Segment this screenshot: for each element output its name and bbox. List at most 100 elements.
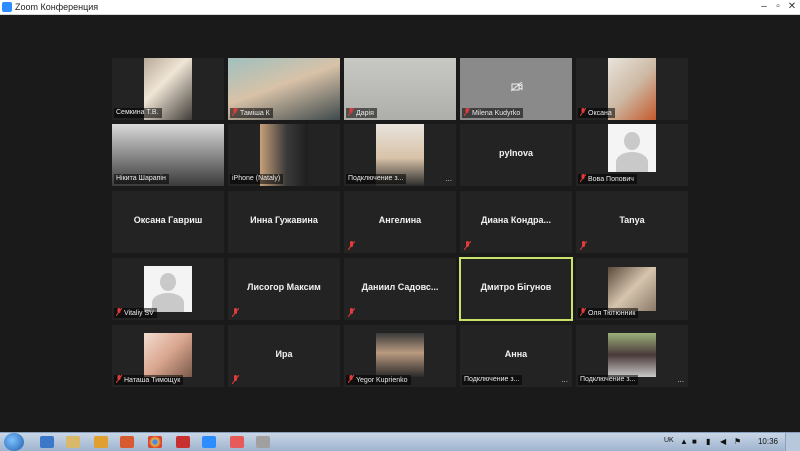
language-indicator[interactable]: UK <box>664 437 674 444</box>
participant-tile[interactable]: Оксана <box>576 58 688 120</box>
participant-name: pyInova <box>498 148 533 158</box>
muted-mic-icon <box>232 375 239 384</box>
muted-mic-icon <box>232 108 238 116</box>
participant-tile[interactable]: Нікита Шарапін <box>112 124 224 186</box>
participant-tile[interactable]: Vitaliy SV <box>112 258 224 320</box>
participant-tile[interactable]: Дарія <box>344 58 456 120</box>
start-button-icon[interactable] <box>4 433 24 451</box>
zoom-taskbar-icon[interactable] <box>202 436 216 448</box>
taskbar-clock[interactable]: 10:36 <box>758 437 778 446</box>
participant-tile[interactable]: Подключение з... ... <box>344 124 456 186</box>
participant-name: Tanya <box>619 215 645 225</box>
participant-name-label: Наташа Тимощук <box>114 375 184 385</box>
participant-video <box>608 267 656 311</box>
windows-taskbar: UK ▲ ■ ▮ ◀ ⚑ 10:36 <box>0 432 800 451</box>
participant-name-label: Дарія <box>346 108 377 118</box>
muted-mic-icon <box>348 108 354 116</box>
participant-tile[interactable]: Семкина Т.В. <box>112 58 224 120</box>
participant-tile[interactable]: Оля Тютюнник <box>576 258 688 320</box>
participant-name: Дмитро Бігунов <box>480 282 552 292</box>
participant-name-label: Вова Попович <box>578 174 637 184</box>
participant-tile[interactable]: Лисогор Максим <box>228 258 340 320</box>
internet-explorer-icon[interactable] <box>40 436 54 448</box>
muted-mic-icon <box>348 308 355 317</box>
muted-mic-icon <box>580 308 586 316</box>
close-icon[interactable]: ✕ <box>786 1 798 13</box>
participant-name-label: Подключение з... <box>462 375 523 385</box>
participant-name-label: Оксана <box>578 108 615 118</box>
participant-name-label: Milena Kudyrko <box>462 108 524 118</box>
participant-name-label: Подключение з... <box>578 375 639 385</box>
app-icon[interactable] <box>256 436 270 448</box>
app-icon[interactable] <box>230 436 244 448</box>
muted-mic-icon <box>348 375 354 383</box>
participant-name: Ира <box>275 349 293 359</box>
muted-mic-icon <box>348 241 355 250</box>
participant-name: Инна Гужавина <box>250 215 318 225</box>
brave-browser-icon[interactable] <box>120 436 134 448</box>
participant-name: Лисогор Максим <box>247 282 321 292</box>
participant-tile[interactable]: Диана Кондра... <box>460 191 572 253</box>
participant-tile[interactable]: Подключение з... ... <box>576 325 688 387</box>
participant-video <box>608 333 656 377</box>
participant-name: Анна <box>504 349 528 359</box>
default-avatar-icon <box>608 124 656 172</box>
participant-tile[interactable]: Вова Попович <box>576 124 688 186</box>
participant-name-label: iPhone (Nataly) <box>230 174 284 184</box>
active-speaker-tile[interactable]: Дмитро Бігунов <box>459 257 573 321</box>
window-title: Zoom Конференция <box>15 2 99 12</box>
participant-name-label: Нікита Шарапін <box>114 174 169 184</box>
show-desktop-button[interactable] <box>785 433 800 451</box>
gallery-view: Семкина Т.В. Таміша К Дарія Milena Kudyr… <box>0 15 800 432</box>
participant-name: Даниил Садовс... <box>361 282 439 292</box>
participant-video <box>144 333 192 377</box>
connecting-indicator: ... <box>677 375 684 384</box>
muted-mic-icon <box>232 308 239 317</box>
participant-name-label: Оля Тютюнник <box>578 308 639 318</box>
tray-expand-icon[interactable]: ▲ <box>680 437 688 446</box>
participant-tile[interactable]: Yegor Kuprienko <box>344 325 456 387</box>
zoom-app-icon <box>2 2 12 12</box>
participant-name-label: Yegor Kuprienko <box>346 375 411 385</box>
participant-tile[interactable]: iPhone (Nataly) <box>228 124 340 186</box>
network-icon[interactable]: ▮ <box>706 437 710 446</box>
participant-tile[interactable]: Таміша К <box>228 58 340 120</box>
muted-mic-icon <box>580 241 587 250</box>
participant-name: Ангелина <box>378 215 422 225</box>
participant-name-label: Подключение з... <box>346 174 407 184</box>
participant-tile[interactable]: pyInova <box>460 124 572 186</box>
file-explorer-icon[interactable] <box>66 436 80 448</box>
default-avatar-icon <box>144 266 192 312</box>
maximize-icon[interactable]: ▫ <box>772 1 784 13</box>
volume-icon[interactable]: ◀ <box>720 437 726 446</box>
participant-video <box>376 333 424 377</box>
media-player-icon[interactable] <box>94 436 108 448</box>
minimize-icon[interactable]: – <box>758 1 770 13</box>
participant-name-label: Таміша К <box>230 108 273 118</box>
participant-video <box>608 58 656 120</box>
flag-icon[interactable]: ⚑ <box>734 437 741 446</box>
participant-tile[interactable]: Даниил Садовс... <box>344 258 456 320</box>
connecting-indicator: ... <box>561 375 568 384</box>
muted-mic-icon <box>116 375 122 383</box>
muted-mic-icon <box>116 308 122 316</box>
pdf-reader-icon[interactable] <box>176 436 190 448</box>
muted-mic-icon <box>580 174 586 182</box>
participant-tile[interactable]: Milena Kudyrko <box>460 58 572 120</box>
window-titlebar: Zoom Конференция – ▫ ✕ <box>0 0 800 15</box>
participant-tile[interactable]: Tanya <box>576 191 688 253</box>
participant-name-label: Vitaliy SV <box>114 308 157 318</box>
participant-name: Оксана Гавриш <box>133 215 203 225</box>
tray-app-icon[interactable]: ■ <box>692 437 697 446</box>
participant-name: Диана Кондра... <box>480 215 552 225</box>
chrome-icon[interactable] <box>148 436 162 448</box>
participant-tile[interactable]: Наташа Тимощук <box>112 325 224 387</box>
participant-tile[interactable]: Ангелина <box>344 191 456 253</box>
camera-off-icon <box>511 82 523 92</box>
participant-tile[interactable]: Ира <box>228 325 340 387</box>
participant-tile[interactable]: Оксана Гавриш <box>112 191 224 253</box>
connecting-indicator: ... <box>445 174 452 183</box>
muted-mic-icon <box>464 241 471 250</box>
participant-tile[interactable]: Инна Гужавина <box>228 191 340 253</box>
participant-tile[interactable]: Анна Подключение з... ... <box>460 325 572 387</box>
